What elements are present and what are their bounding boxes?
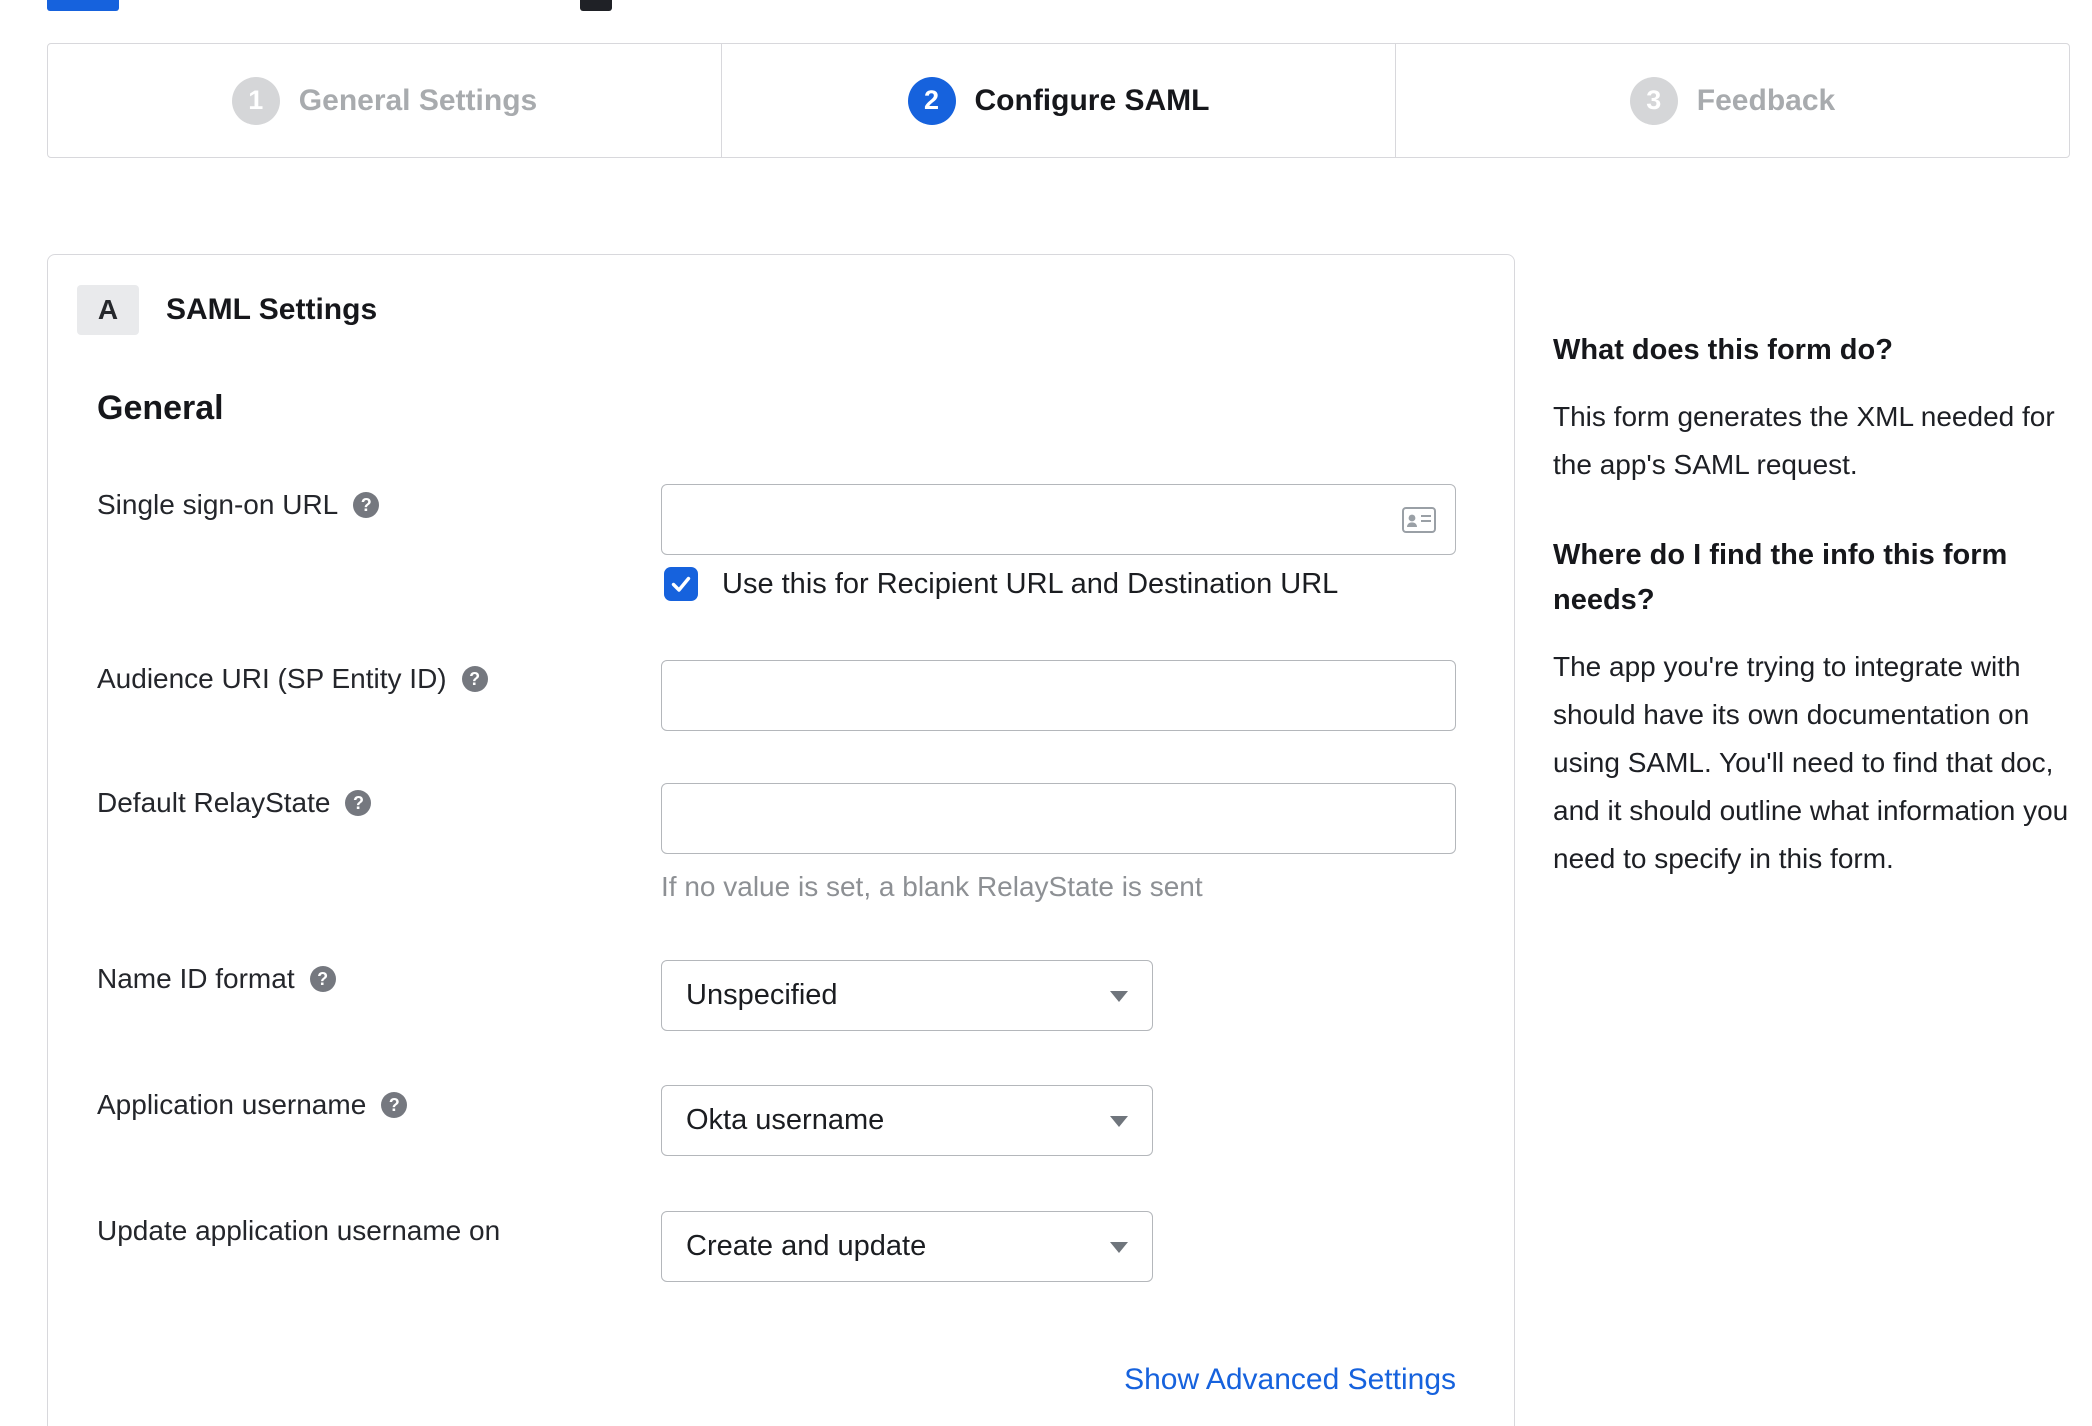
relaystate-label-row: Default RelayState ? (97, 787, 372, 819)
okta-configure-saml-screen: 1 General Settings 2 Configure SAML 3 Fe… (0, 0, 2092, 1426)
step-2-number-badge: 2 (907, 76, 956, 125)
chevron-down-icon (1110, 990, 1128, 1002)
chevron-down-icon (1110, 1115, 1128, 1127)
relaystate-label: Default RelayState (97, 787, 331, 818)
name-id-format-value: Unspecified (686, 979, 838, 1011)
contact-card-icon[interactable] (1402, 506, 1436, 533)
recipient-url-checkbox-label[interactable]: Use this for Recipient URL and Destinati… (722, 568, 1338, 601)
name-id-format-label: Name ID format (97, 963, 295, 994)
step-1-label: General Settings (298, 83, 538, 117)
recipient-url-checkbox-row: Use this for Recipient URL and Destinati… (664, 567, 1338, 601)
audience-uri-label-row: Audience URI (SP Entity ID) ? (97, 663, 488, 695)
sso-url-input-wrap (661, 484, 1456, 555)
cutoff-link-fragment (47, 0, 119, 11)
name-id-format-select[interactable]: Unspecified (661, 960, 1153, 1031)
sidebar-q2-body: The app you're trying to integrate with … (1553, 651, 2069, 874)
update-username-label: Update application username on (97, 1215, 501, 1246)
step-general-settings[interactable]: 1 General Settings (48, 44, 721, 157)
update-username-value: Create and update (686, 1230, 927, 1262)
step-3-number-badge: 3 (1629, 76, 1678, 125)
saml-settings-panel: A SAML Settings General Single sign-on U… (47, 254, 1515, 1426)
audience-uri-label: Audience URI (SP Entity ID) (97, 663, 447, 694)
application-username-label: Application username (97, 1089, 367, 1120)
application-username-select[interactable]: Okta username (661, 1085, 1153, 1156)
help-icon[interactable]: ? (345, 790, 372, 816)
panel-title: SAML Settings (166, 293, 378, 326)
application-username-value: Okta username (686, 1104, 885, 1136)
sso-url-input[interactable] (661, 484, 1456, 555)
sso-url-label: Single sign-on URL (97, 489, 339, 520)
section-a-badge: A (77, 285, 139, 335)
sso-url-label-row: Single sign-on URL ? (97, 489, 380, 521)
audience-uri-input[interactable] (661, 660, 1456, 731)
help-icon[interactable]: ? (461, 666, 488, 692)
step-feedback[interactable]: 3 Feedback (1395, 44, 2069, 157)
sidebar-q2-title: Where do I find the info this form needs… (1553, 539, 2008, 616)
relaystate-hint: If no value is set, a blank RelayState i… (661, 871, 1203, 902)
relaystate-input[interactable] (661, 783, 1456, 854)
name-id-format-label-row: Name ID format ? (97, 963, 336, 995)
show-advanced-settings-link[interactable]: Show Advanced Settings (661, 1363, 1456, 1397)
chevron-down-icon (1110, 1241, 1128, 1253)
application-username-label-row: Application username ? (97, 1089, 408, 1121)
help-icon[interactable]: ? (309, 966, 336, 992)
step-3-label: Feedback (1696, 83, 1836, 117)
check-icon (671, 576, 691, 592)
step-2-label: Configure SAML (974, 83, 1210, 117)
step-1-number-badge: 1 (231, 76, 280, 125)
recipient-url-checkbox[interactable] (664, 567, 698, 601)
wizard-stepper: 1 General Settings 2 Configure SAML 3 Fe… (47, 43, 2070, 158)
step-configure-saml[interactable]: 2 Configure SAML (721, 44, 1395, 157)
sidebar-q1-body: This form generates the XML needed for t… (1553, 401, 2055, 480)
help-icon[interactable]: ? (353, 492, 380, 518)
help-icon[interactable]: ? (381, 1092, 408, 1118)
sidebar-q1-title: What does this form do? (1553, 334, 1893, 366)
update-username-select[interactable]: Create and update (661, 1211, 1153, 1282)
general-section-heading: General (97, 389, 224, 427)
help-sidebar: What does this form do? This form genera… (1553, 328, 2071, 927)
update-username-label-row: Update application username on (97, 1215, 500, 1247)
cutoff-app-logo-fragment (580, 0, 612, 11)
